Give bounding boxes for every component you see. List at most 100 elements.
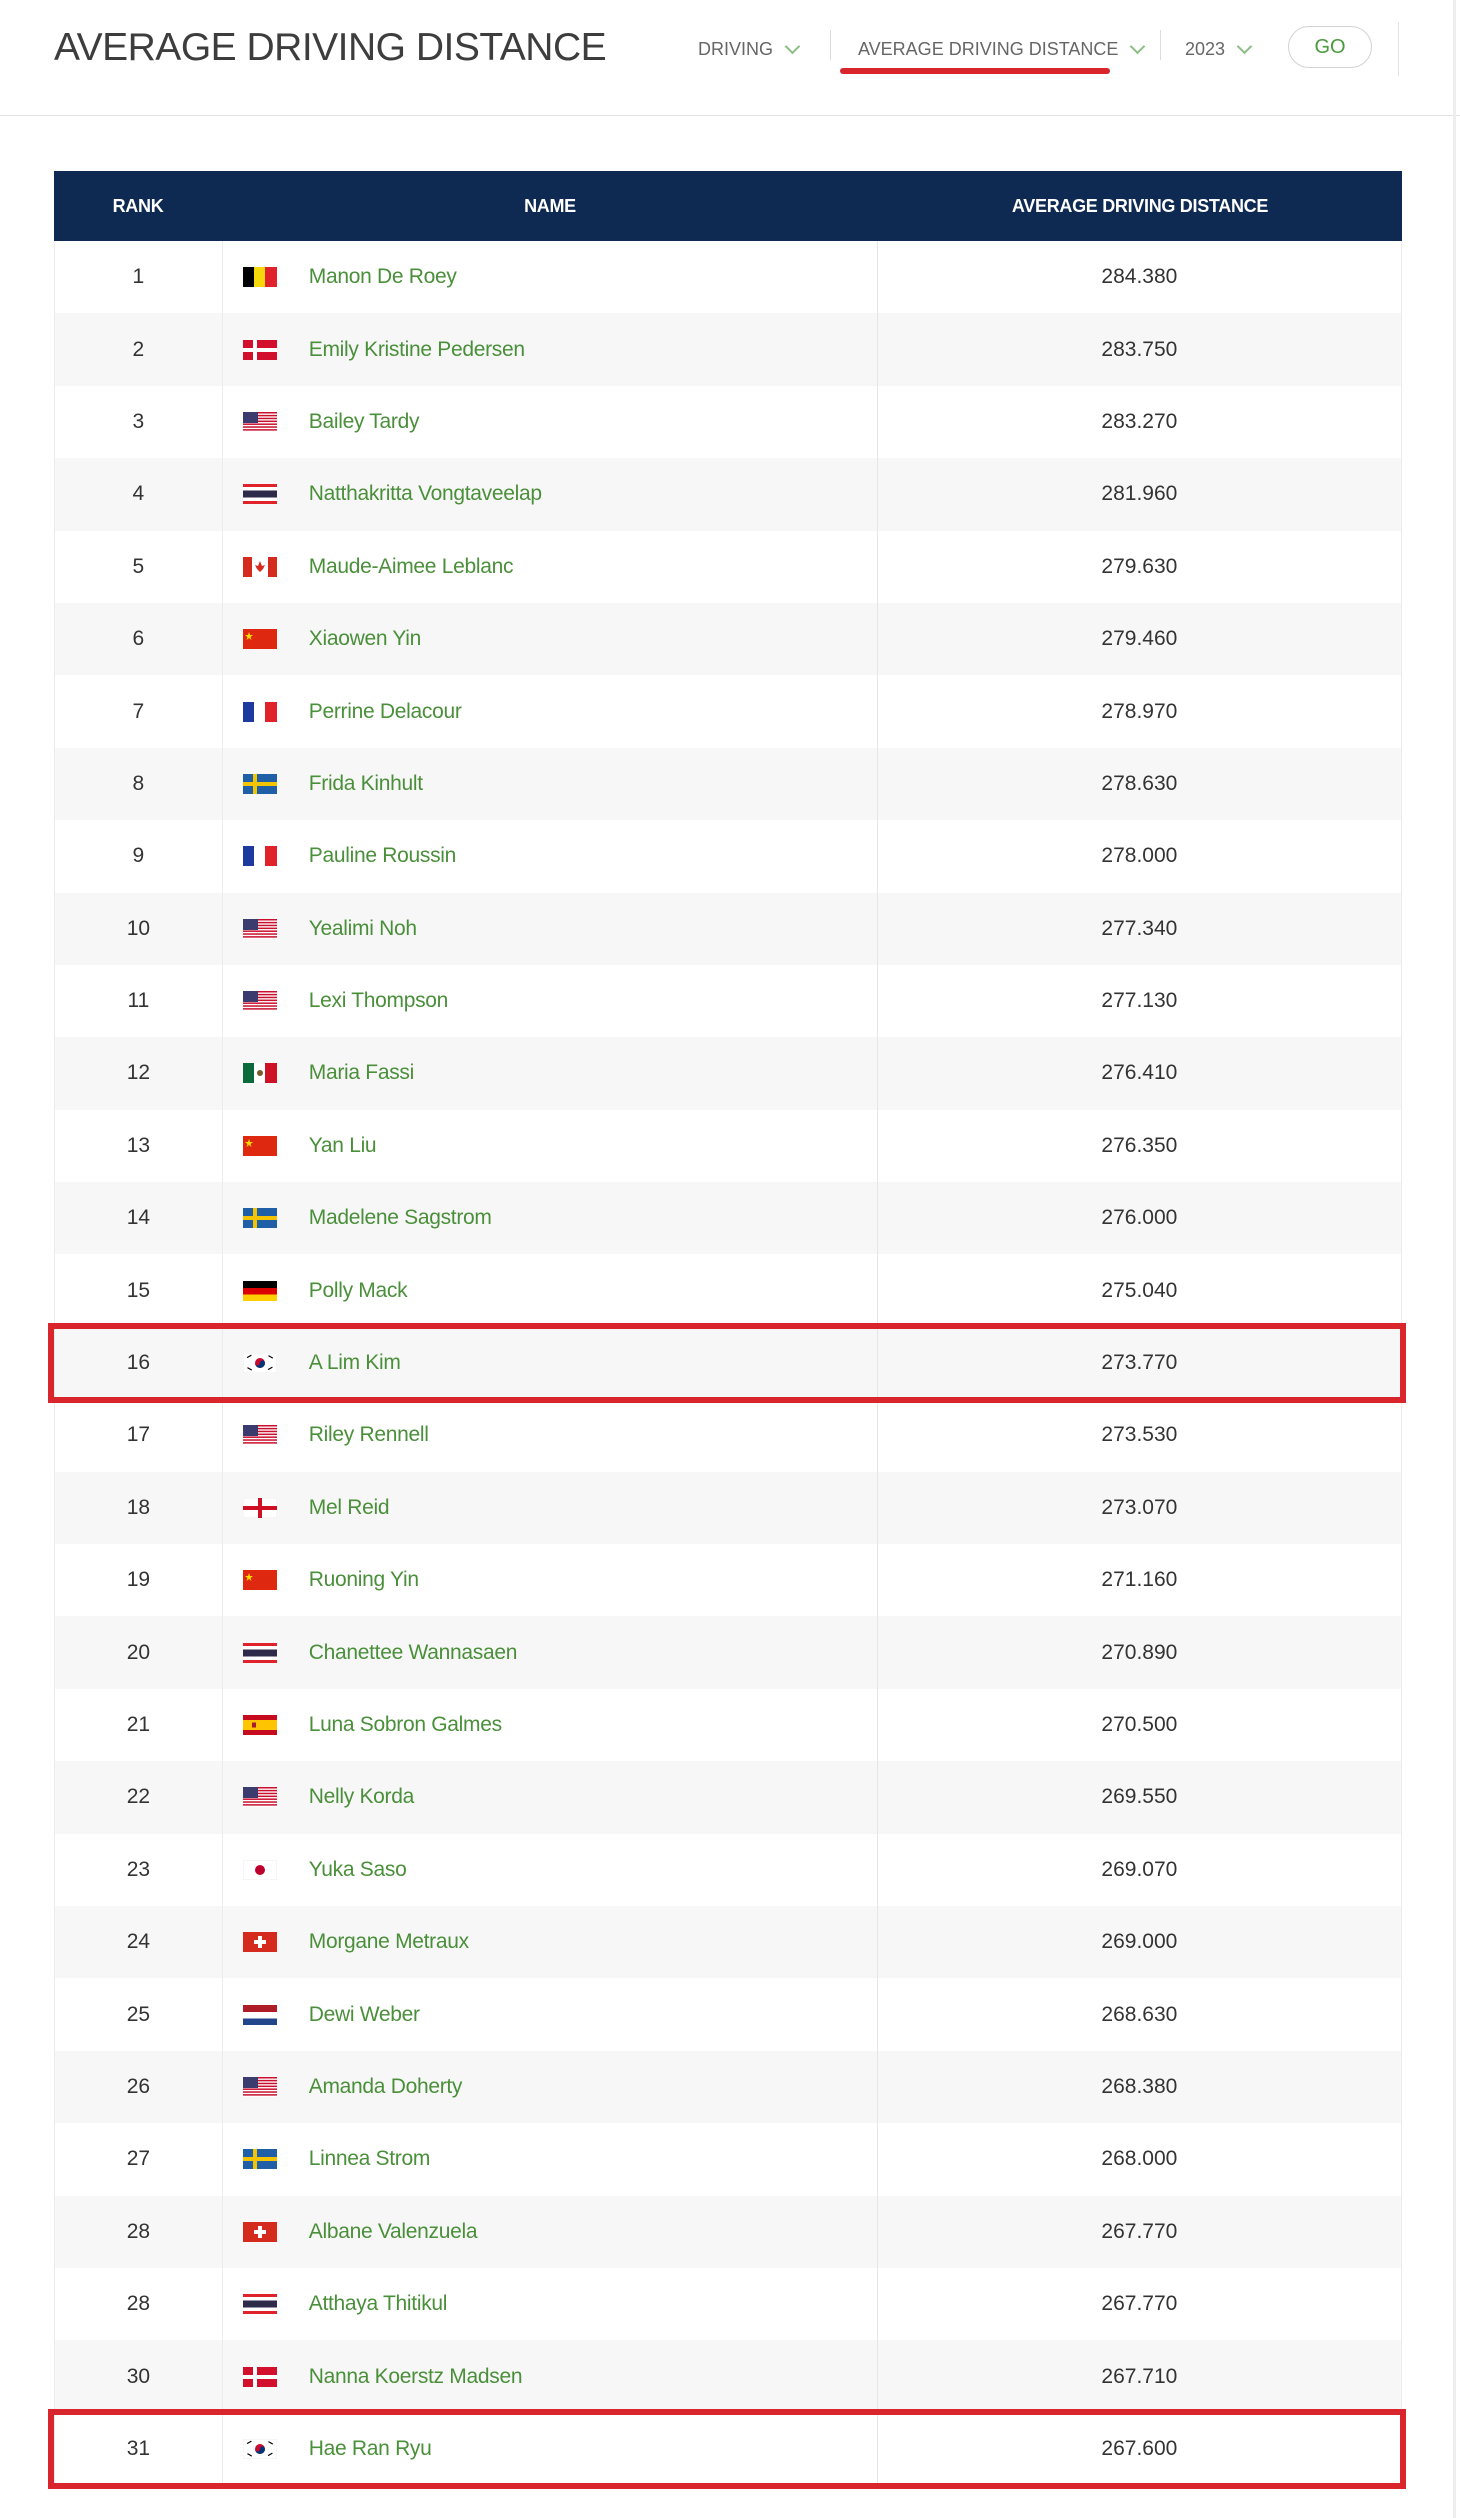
player-name-cell[interactable]: Maria Fassi [223, 1037, 878, 1110]
table-row: 19 Ruoning Yin 271.160 [54, 1544, 1402, 1617]
rank-cell: 28 [55, 2267, 223, 2341]
player-name-link[interactable]: Perrine Delacour [309, 700, 462, 724]
player-name-link[interactable]: Frida Kinhult [309, 772, 423, 796]
year-dropdown[interactable]: 2023 [1185, 22, 1253, 76]
player-name-cell[interactable]: A Lim Kim [223, 1326, 878, 1400]
player-name-link[interactable]: Maria Fassi [309, 1061, 415, 1085]
player-name-cell[interactable]: Yuka Saso [223, 1833, 878, 1906]
player-name-link[interactable]: Pauline Roussin [309, 844, 457, 868]
rank-cell: 19 [55, 1544, 223, 1617]
belgium-flag-icon [242, 267, 277, 288]
player-name-link[interactable]: Maude-Aimee Leblanc [309, 555, 514, 579]
category-dropdown[interactable]: DRIVING [698, 22, 801, 76]
player-name-link[interactable]: Atthaya Thitikul [309, 2292, 448, 2316]
player-name-cell[interactable]: Atthaya Thitikul [223, 2267, 878, 2341]
player-name-cell[interactable]: Luna Sobron Galmes [223, 1688, 878, 1762]
player-name-link[interactable]: Dewi Weber [309, 2003, 420, 2027]
player-name-link[interactable]: Yealimi Noh [309, 917, 417, 941]
player-name-link[interactable]: Yan Liu [309, 1134, 377, 1158]
player-name-cell[interactable]: Yan Liu [223, 1109, 878, 1183]
player-name-cell[interactable]: Nelly Korda [223, 1761, 878, 1834]
player-name-link[interactable]: Lexi Thompson [309, 989, 449, 1013]
table-row: 3 Bailey Tardy 283.270 [54, 385, 1402, 459]
korea-flag-icon [242, 1353, 277, 1374]
player-name-cell[interactable]: Emily Kristine Pedersen [223, 313, 878, 386]
player-name-cell[interactable]: Chanettee Wannasaen [223, 1616, 878, 1689]
distance-cell: 273.530 [1101, 1423, 1178, 1447]
england-flag-icon [242, 1497, 277, 1518]
player-name-cell[interactable]: Polly Mack [223, 1254, 878, 1327]
player-name-link[interactable]: Luna Sobron Galmes [309, 1713, 502, 1737]
player-name-link[interactable]: Albane Valenzuela [309, 2220, 478, 2244]
sweden-flag-icon [242, 2149, 277, 2170]
player-name-cell[interactable]: Hae Ran Ryu [223, 2412, 878, 2486]
player-name-link[interactable]: Polly Mack [309, 1279, 408, 1303]
player-name-link[interactable]: Madelene Sagstrom [309, 1206, 492, 1230]
table-row: 30 Nanna Koerstz Madsen 267.710 [54, 2340, 1402, 2413]
table-row: 15 Polly Mack 275.040 [54, 1254, 1402, 1327]
thailand-flag-icon [242, 1642, 277, 1663]
mexico-flag-icon [242, 1063, 277, 1084]
table-row: 13 Yan Liu 276.350 [54, 1109, 1402, 1183]
player-name-cell[interactable]: Albane Valenzuela [223, 2195, 878, 2268]
player-name-cell[interactable]: Perrine Delacour [223, 675, 878, 748]
player-name-cell[interactable]: Riley Rennell [223, 1399, 878, 1472]
divider [1160, 30, 1161, 60]
player-name-link[interactable]: Ruoning Yin [309, 1568, 419, 1592]
player-name-cell[interactable]: Linnea Strom [223, 2123, 878, 2196]
player-name-link[interactable]: Riley Rennell [309, 1423, 429, 1447]
player-name-link[interactable]: Nelly Korda [309, 1785, 415, 1809]
go-button[interactable]: GO [1288, 26, 1372, 68]
player-name-cell[interactable]: Xiaowen Yin [223, 602, 878, 676]
player-name-link[interactable]: Hae Ran Ryu [309, 2437, 432, 2461]
player-name-link[interactable]: Nanna Koerstz Madsen [309, 2365, 523, 2389]
rank-cell: 5 [55, 530, 223, 603]
page-header: AVERAGE DRIVING DISTANCE DRIVING AVERAGE… [0, 0, 1460, 116]
player-name-cell[interactable]: Manon De Roey [223, 241, 878, 314]
table-row: 22 Nelly Korda 269.550 [54, 1761, 1402, 1834]
sweden-flag-icon [242, 773, 277, 794]
player-name-cell[interactable]: Amanda Doherty [223, 2050, 878, 2124]
distance-cell: 277.340 [1101, 916, 1178, 940]
player-name-link[interactable]: Manon De Roey [309, 265, 457, 289]
player-name-cell[interactable]: Maude-Aimee Leblanc [223, 530, 878, 603]
player-name-cell[interactable]: Madelene Sagstrom [223, 1182, 878, 1255]
player-name-link[interactable]: Chanettee Wannasaen [309, 1641, 518, 1665]
player-name-cell[interactable]: Bailey Tardy [223, 385, 878, 459]
player-name-cell[interactable]: Frida Kinhult [223, 747, 878, 821]
year-dropdown-label: 2023 [1185, 38, 1226, 59]
player-name-cell[interactable]: Lexi Thompson [223, 964, 878, 1038]
player-name-cell[interactable]: Ruoning Yin [223, 1544, 878, 1617]
player-name-cell[interactable]: Dewi Weber [223, 1978, 878, 2051]
player-name-link[interactable]: Bailey Tardy [309, 410, 420, 434]
rank-cell: 8 [55, 747, 223, 821]
player-name-link[interactable]: Xiaowen Yin [309, 627, 422, 651]
player-name-cell[interactable]: Yealimi Noh [223, 892, 878, 965]
usa-flag-icon [242, 991, 277, 1012]
player-name-link[interactable]: Amanda Doherty [309, 2075, 463, 2099]
table-row: 17 Riley Rennell 273.530 [54, 1399, 1402, 1472]
player-name-link[interactable]: Mel Reid [309, 1496, 390, 1520]
table-row: 5 Maude-Aimee Leblanc 279.630 [54, 530, 1402, 603]
player-name-link[interactable]: Natthakritta Vongtaveelap [309, 482, 542, 506]
player-name-cell[interactable]: Morgane Metraux [223, 1905, 878, 1979]
player-name-link[interactable]: Morgane Metraux [309, 1930, 469, 1954]
rank-cell: 2 [55, 313, 223, 386]
rank-cell: 17 [55, 1399, 223, 1472]
switzerland-flag-icon [242, 2221, 277, 2242]
table-row: 26 Amanda Doherty 268.380 [54, 2050, 1402, 2124]
player-name-link[interactable]: Yuka Saso [309, 1858, 407, 1882]
player-name-cell[interactable]: Nanna Koerstz Madsen [223, 2340, 878, 2413]
player-name-link[interactable]: A Lim Kim [309, 1351, 401, 1375]
rank-cell: 15 [55, 1254, 223, 1327]
scrollbar[interactable] [1453, 0, 1456, 2518]
rank-cell: 10 [55, 892, 223, 965]
player-name-cell[interactable]: Pauline Roussin [223, 820, 878, 893]
distance-cell: 268.630 [1101, 2002, 1178, 2026]
player-name-link[interactable]: Emily Kristine Pedersen [309, 338, 525, 362]
player-name-link[interactable]: Linnea Strom [309, 2147, 431, 2171]
player-name-cell[interactable]: Natthakritta Vongtaveelap [223, 458, 878, 531]
thailand-flag-icon [242, 484, 277, 505]
player-name-cell[interactable]: Mel Reid [223, 1471, 878, 1545]
rank-cell: 12 [55, 1037, 223, 1110]
